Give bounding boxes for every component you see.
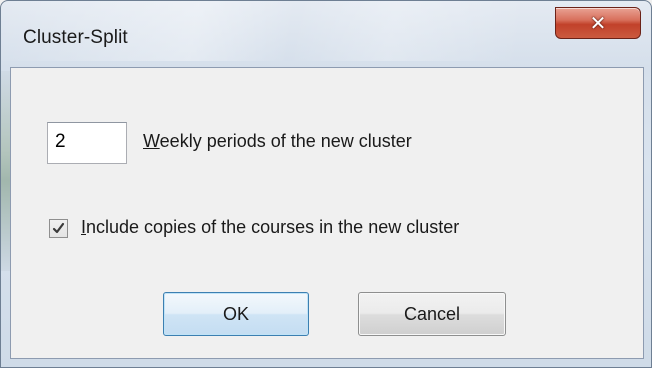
weekly-periods-label-text: eekly periods of the new cluster xyxy=(159,131,412,151)
cluster-split-dialog: Cluster-Split ✕ 2 Weekly periods of the … xyxy=(0,0,652,368)
cancel-button[interactable]: Cancel xyxy=(358,292,506,336)
close-button[interactable]: ✕ xyxy=(555,7,641,39)
weekly-periods-label: Weekly periods of the new cluster xyxy=(143,131,412,152)
weekly-periods-mnemonic: W xyxy=(143,131,160,151)
window-title: Cluster-Split xyxy=(23,27,128,48)
ok-button[interactable]: OK xyxy=(163,292,309,336)
weekly-periods-input[interactable]: 2 xyxy=(47,122,127,164)
include-copies-label[interactable]: Include copies of the courses in the new… xyxy=(81,217,459,238)
include-copies-checkbox[interactable] xyxy=(49,219,68,238)
close-icon: ✕ xyxy=(589,11,607,35)
include-copies-label-text: nclude copies of the courses in the new … xyxy=(86,217,460,237)
checkmark-icon xyxy=(52,222,65,234)
dialog-client-area xyxy=(10,67,644,359)
